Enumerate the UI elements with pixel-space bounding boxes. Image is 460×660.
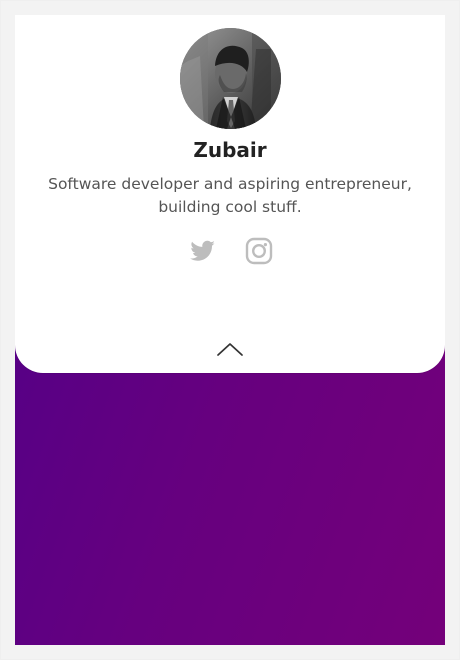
collapse-button[interactable]	[210, 335, 250, 363]
twitter-icon[interactable]	[186, 235, 218, 267]
chevron-up-icon	[217, 343, 243, 356]
app-window: Zubair Software developer and aspiring e…	[0, 0, 460, 660]
profile-card-container: Zubair Software developer and aspiring e…	[15, 15, 445, 645]
profile-bio: Software developer and aspiring entrepre…	[48, 175, 412, 216]
profile-name: Zubair	[193, 138, 267, 162]
avatar	[180, 28, 281, 129]
instagram-icon[interactable]	[243, 235, 275, 267]
profile-panel: Zubair Software developer and aspiring e…	[15, 15, 445, 373]
social-links	[15, 234, 445, 268]
person-photo-icon	[180, 28, 281, 129]
